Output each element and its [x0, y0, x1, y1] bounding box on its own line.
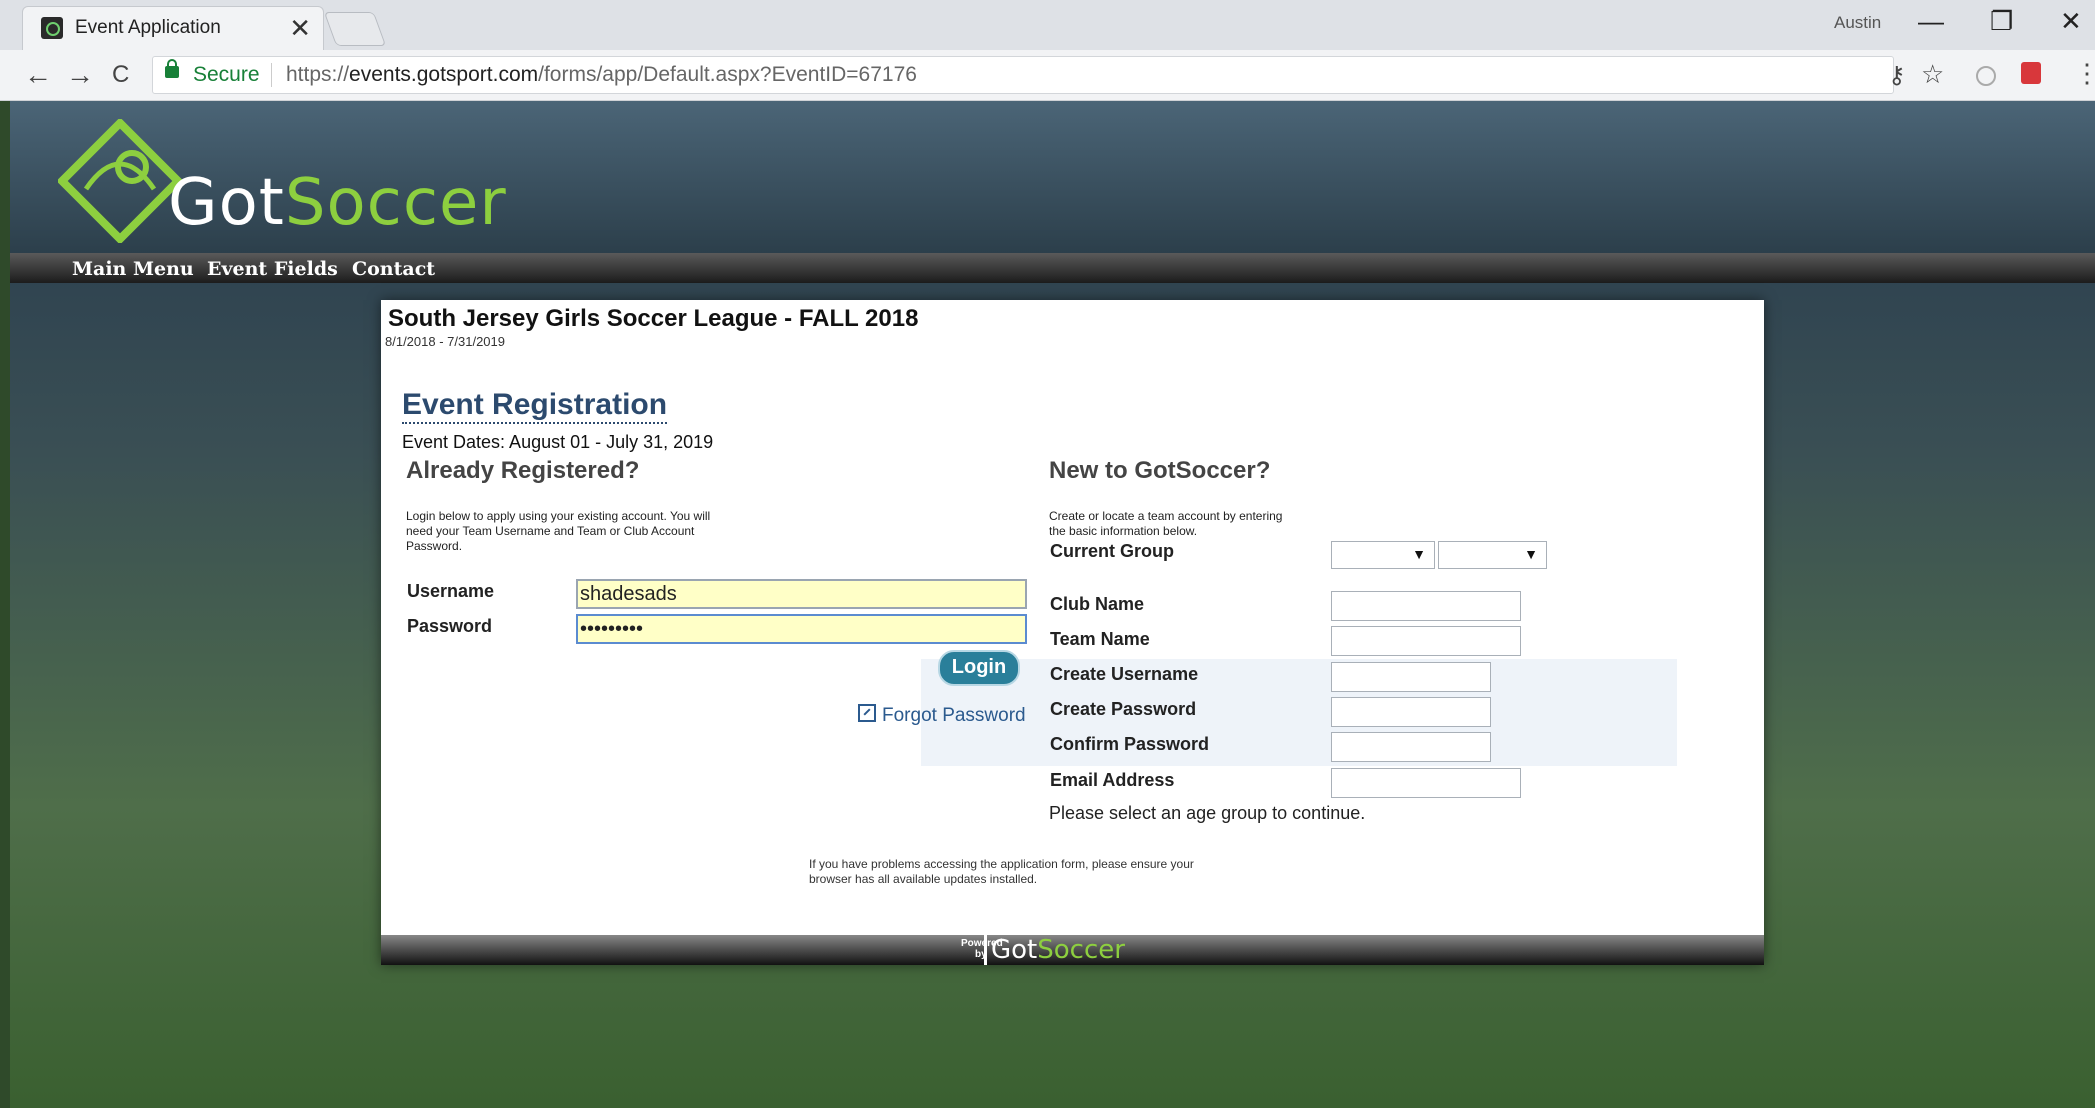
tab-close-icon[interactable]: ✕ — [289, 13, 311, 44]
event-date-range: 8/1/2018 - 7/31/2019 — [385, 334, 505, 349]
chevron-down-icon: ▼ — [1412, 546, 1426, 562]
registration-heading: Event Registration — [402, 388, 668, 424]
new-to-gotsoccer-heading: New to GotSoccer? — [1049, 457, 1271, 484]
gotsoccer-logo-icon — [58, 119, 182, 243]
url-scheme: https:// — [286, 63, 350, 86]
group-select-1[interactable]: ▼ — [1331, 541, 1435, 569]
team-name-label: Team Name — [1050, 629, 1150, 649]
site-nav: Main Menu Event Fields Contact — [10, 253, 2095, 283]
restore-icon[interactable]: ❐ — [1990, 6, 2013, 37]
username-input[interactable] — [576, 579, 1027, 609]
secure-label: Secure — [193, 63, 260, 86]
event-title: South Jersey Girls Soccer League - FALL … — [388, 305, 919, 332]
lock-icon — [165, 59, 179, 78]
registration-panel: South Jersey Girls Soccer League - FALL … — [381, 300, 1764, 965]
create-password-input[interactable] — [1331, 697, 1491, 727]
nav-event-fields[interactable]: Event Fields — [207, 258, 338, 280]
url-host: events.gotsport.com — [349, 63, 539, 86]
powered-line-2: by — [975, 949, 987, 960]
email-address-label: Email Address — [1050, 770, 1175, 790]
forgot-password-link[interactable]: Forgot Password — [858, 704, 1026, 727]
url-path: /forms/app/Default.aspx?EventID=67176 — [538, 63, 917, 86]
create-username-input[interactable] — [1331, 662, 1491, 692]
browser-toolbar: ← → C Secure https://events.gotsport.com… — [0, 50, 2095, 101]
tab-title: Event Application — [75, 17, 221, 38]
external-link-icon — [858, 704, 876, 722]
address-separator — [271, 63, 272, 87]
site-logo-text[interactable]: GotSoccer — [168, 166, 507, 240]
extension-shield-icon[interactable] — [2021, 62, 2041, 84]
reload-icon[interactable]: C — [112, 61, 129, 89]
team-name-input[interactable] — [1331, 626, 1521, 656]
club-name-input[interactable] — [1331, 591, 1521, 621]
confirm-password-input[interactable] — [1331, 732, 1491, 762]
footer-logo: GotSoccer — [984, 935, 1125, 965]
confirm-password-label: Confirm Password — [1050, 734, 1210, 754]
login-note: Login below to apply using your existing… — [406, 509, 711, 553]
signup-shaded-area — [921, 659, 1677, 766]
age-group-message: Please select an age group to continue. — [1049, 803, 1366, 823]
favicon-icon — [41, 17, 63, 39]
new-tab-button[interactable] — [323, 12, 387, 46]
panel-footer: Powered by GotSoccer — [381, 935, 1764, 965]
signup-note: Create or locate a team account by enter… — [1049, 509, 1283, 538]
footer-logo-got: Got — [984, 935, 1038, 965]
chevron-down-icon: ▼ — [1524, 546, 1538, 562]
password-label: Password — [407, 616, 493, 636]
login-button[interactable]: Login — [938, 650, 1020, 686]
forward-icon[interactable]: → — [66, 59, 94, 91]
browser-problem-notice: If you have problems accessing the appli… — [809, 857, 1194, 886]
logo-part-got: Got — [168, 166, 285, 240]
extension-circle-icon[interactable] — [1976, 66, 1996, 86]
create-username-label: Create Username — [1050, 664, 1199, 684]
key-icon[interactable]: ⚷ — [1888, 61, 1906, 90]
site-header: GotSoccer — [10, 101, 2095, 253]
club-name-label: Club Name — [1050, 594, 1145, 614]
bookmark-star-icon[interactable]: ☆ — [1921, 59, 1944, 90]
create-password-label: Create Password — [1050, 699, 1197, 719]
nav-contact[interactable]: Contact — [352, 258, 435, 280]
address-bar[interactable]: Secure https://events.gotsport.com/forms… — [152, 56, 1944, 94]
back-icon[interactable]: ← — [24, 59, 52, 91]
logo-part-soccer: Soccer — [284, 166, 507, 240]
username-label: Username — [407, 581, 495, 601]
browser-tab-bar: Event Application ✕ Austin — ❐ ✕ — [0, 0, 2095, 51]
browser-menu-icon[interactable]: ⋮ — [2074, 58, 2095, 89]
group-select-2[interactable]: ▼ — [1438, 541, 1547, 569]
minimize-icon[interactable]: — — [1918, 6, 1944, 37]
nav-main-menu[interactable]: Main Menu — [72, 258, 194, 280]
forgot-password-text: Forgot Password — [882, 705, 1026, 726]
window-close-icon[interactable]: ✕ — [2060, 6, 2082, 37]
profile-name[interactable]: Austin — [1834, 13, 1881, 33]
current-group-label: Current Group — [1050, 541, 1174, 561]
email-address-input[interactable] — [1331, 768, 1521, 798]
page-content: GotSoccer Main Menu Event Fields Contact… — [10, 101, 2095, 1108]
browser-tab[interactable]: Event Application ✕ — [22, 6, 324, 51]
password-input[interactable] — [576, 614, 1027, 644]
registration-dates: Event Dates: August 01 - July 31, 2019 — [402, 432, 714, 452]
footer-logo-soccer: Soccer — [1037, 935, 1125, 965]
url-text: https://events.gotsport.com/forms/app/De… — [286, 63, 917, 87]
already-registered-heading: Already Registered? — [406, 457, 640, 484]
